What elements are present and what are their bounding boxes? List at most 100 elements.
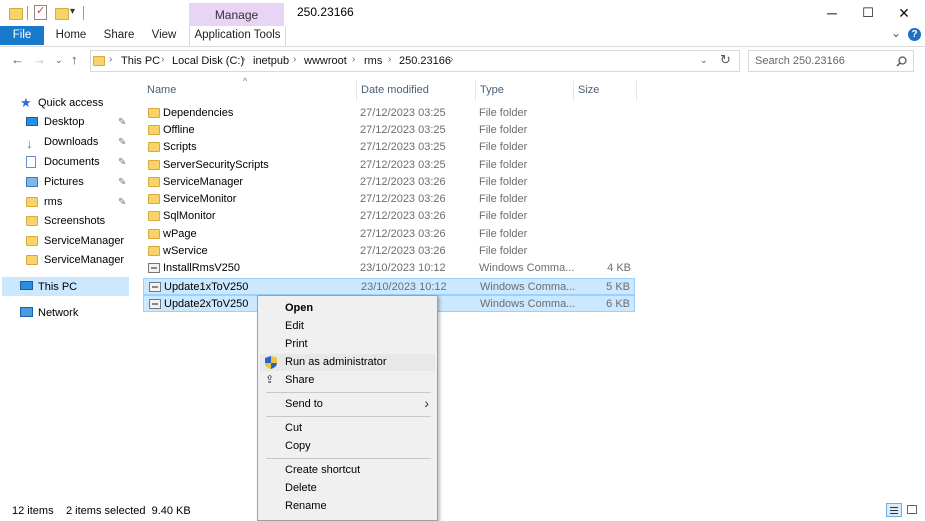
- file-type: File folder: [479, 193, 528, 205]
- menu-item-label: Print: [285, 338, 308, 350]
- menu-item-share[interactable]: ⇪ Share: [260, 372, 435, 389]
- chevron-right-icon[interactable]: ›: [109, 54, 112, 65]
- chevron-right-icon[interactable]: ›: [352, 54, 355, 65]
- file-row[interactable]: InstallRmsV250 23/10/2023 10:12 Windows Co…: [143, 260, 635, 277]
- expand-ribbon-icon[interactable]: ⌄: [891, 26, 901, 40]
- menu-separator: [266, 458, 431, 459]
- file-row[interactable]: Scripts 27/12/2023 03:25 File folder: [143, 139, 635, 156]
- file-row[interactable]: wPage 27/12/2023 03:26 File folder: [143, 226, 635, 243]
- folder-icon: [93, 56, 105, 66]
- column-divider[interactable]: [475, 81, 476, 101]
- breadcrumb-this-pc[interactable]: This PC: [121, 55, 160, 67]
- folder-icon: [148, 108, 160, 118]
- menu-item-create-shortcut[interactable]: Create shortcut: [260, 462, 435, 479]
- tab-application-tools[interactable]: Application Tools: [189, 26, 286, 46]
- file-row[interactable]: ServerSecurityScripts 27/12/2023 03:25 Fil…: [143, 157, 635, 174]
- file-type: File folder: [479, 124, 528, 136]
- menu-item-delete[interactable]: Delete: [260, 480, 435, 497]
- tab-share[interactable]: Share: [100, 26, 138, 45]
- folder-icon: [148, 160, 160, 170]
- nav-item-label: ServiceManager: [44, 235, 125, 247]
- menu-item-rename[interactable]: Rename: [260, 498, 435, 515]
- file-row-selected[interactable]: Update1xToV250 23/10/2023 10:12 Windows Co…: [143, 278, 635, 295]
- menu-item-label: Run as administrator: [285, 356, 387, 368]
- chevron-right-icon[interactable]: ›: [161, 54, 164, 65]
- breadcrumb-rms[interactable]: rms: [364, 55, 382, 67]
- column-header-date-modified[interactable]: Date modified: [361, 84, 429, 96]
- tab-file[interactable]: File: [0, 26, 44, 45]
- file-row[interactable]: wService 27/12/2023 03:26 File folder: [143, 243, 635, 260]
- up-arrow-icon[interactable]: ↑: [71, 52, 78, 67]
- column-header-type[interactable]: Type: [480, 84, 504, 96]
- refresh-icon[interactable]: ↻: [720, 52, 731, 68]
- back-arrow-icon[interactable]: ←: [11, 52, 24, 67]
- search-icon[interactable]: [896, 56, 907, 67]
- share-icon: ⇪: [265, 374, 275, 386]
- menu-item-copy[interactable]: Copy: [260, 438, 435, 455]
- file-date: 27/12/2023 03:25: [360, 141, 446, 153]
- help-icon[interactable]: ?: [908, 28, 921, 41]
- tab-home[interactable]: Home: [52, 26, 90, 45]
- menu-item-run-as-administrator[interactable]: Run as administrator: [260, 354, 435, 371]
- pin-icon[interactable]: ✎: [118, 133, 126, 152]
- details-view-button[interactable]: [886, 503, 902, 517]
- file-row[interactable]: Dependencies 27/12/2023 03:25 File folder: [143, 105, 635, 122]
- folder-icon: [26, 216, 38, 226]
- file-name: Offline: [163, 124, 195, 136]
- pin-icon[interactable]: ✎: [118, 173, 126, 192]
- chevron-right-icon[interactable]: ›: [388, 54, 391, 65]
- quick-access-star-icon: ★: [20, 95, 32, 110]
- file-size: 6 KB: [606, 298, 630, 310]
- file-date: 27/12/2023 03:25: [360, 107, 446, 119]
- menu-item-send-to[interactable]: Send to ›: [260, 395, 435, 413]
- new-folder-icon[interactable]: [55, 8, 69, 20]
- chevron-right-icon[interactable]: ›: [450, 54, 453, 65]
- menu-item-label: Create shortcut: [285, 464, 361, 476]
- close-button[interactable]: ✕: [881, 0, 925, 26]
- forward-arrow-icon[interactable]: →: [33, 52, 46, 67]
- pin-icon[interactable]: ✎: [118, 193, 126, 212]
- column-header-size[interactable]: Size: [578, 84, 599, 96]
- large-icons-view-button[interactable]: [905, 503, 920, 517]
- file-type: File folder: [479, 141, 528, 153]
- file-row[interactable]: Offline 27/12/2023 03:25 File folder: [143, 122, 635, 139]
- file-date: 23/10/2023 10:12: [360, 262, 446, 274]
- batch-file-icon: [149, 299, 161, 309]
- chevron-right-icon[interactable]: ›: [293, 54, 296, 65]
- breadcrumb-local-disk[interactable]: Local Disk (C:): [172, 55, 244, 67]
- customize-quick-access-icon[interactable]: ▾: [70, 6, 75, 17]
- toolbar-divider: [83, 6, 84, 20]
- chevron-right-icon[interactable]: ›: [242, 54, 245, 65]
- address-history-chevron-icon[interactable]: ⌄: [700, 55, 708, 66]
- column-header-name[interactable]: Name: [147, 84, 176, 96]
- properties-icon[interactable]: [34, 4, 47, 20]
- tab-view[interactable]: View: [146, 26, 182, 45]
- nav-item-label: Desktop: [44, 116, 85, 128]
- menu-item-open[interactable]: Open: [260, 300, 435, 317]
- file-row[interactable]: ServiceMonitor 27/12/2023 03:26 File folde…: [143, 191, 635, 208]
- folder-icon: [9, 8, 23, 20]
- nav-network[interactable]: Network: [38, 307, 78, 319]
- menu-item-print[interactable]: Print: [260, 336, 435, 353]
- pin-icon[interactable]: ✎: [118, 153, 126, 172]
- file-row[interactable]: SqlMonitor 27/12/2023 03:26 File folder: [143, 208, 635, 225]
- menu-item-cut[interactable]: Cut: [260, 420, 435, 437]
- file-name: ServerSecurityScripts: [163, 159, 269, 171]
- status-item-count: 12 items: [12, 505, 54, 517]
- breadcrumb-current-folder[interactable]: 250.23166: [399, 55, 451, 67]
- recent-locations-chevron-icon[interactable]: ⌄: [55, 55, 63, 66]
- file-name: InstallRmsV250: [163, 262, 241, 274]
- menu-item-label: Open: [285, 302, 314, 314]
- breadcrumb-wwwroot[interactable]: wwwroot: [304, 55, 347, 67]
- menu-item-edit[interactable]: Edit: [260, 318, 435, 335]
- column-divider[interactable]: [573, 81, 574, 101]
- column-divider[interactable]: [636, 81, 637, 101]
- file-type: File folder: [479, 176, 528, 188]
- file-type: Windows Comma...: [480, 281, 576, 293]
- nav-quick-access[interactable]: Quick access: [38, 97, 103, 109]
- breadcrumb-inetpub[interactable]: inetpub: [253, 55, 289, 67]
- file-row[interactable]: ServiceManager 27/12/2023 03:26 File folde…: [143, 174, 635, 191]
- column-divider[interactable]: [356, 81, 357, 101]
- pin-icon[interactable]: ✎: [118, 113, 126, 132]
- search-input[interactable]: Search 250.23166: [755, 55, 845, 67]
